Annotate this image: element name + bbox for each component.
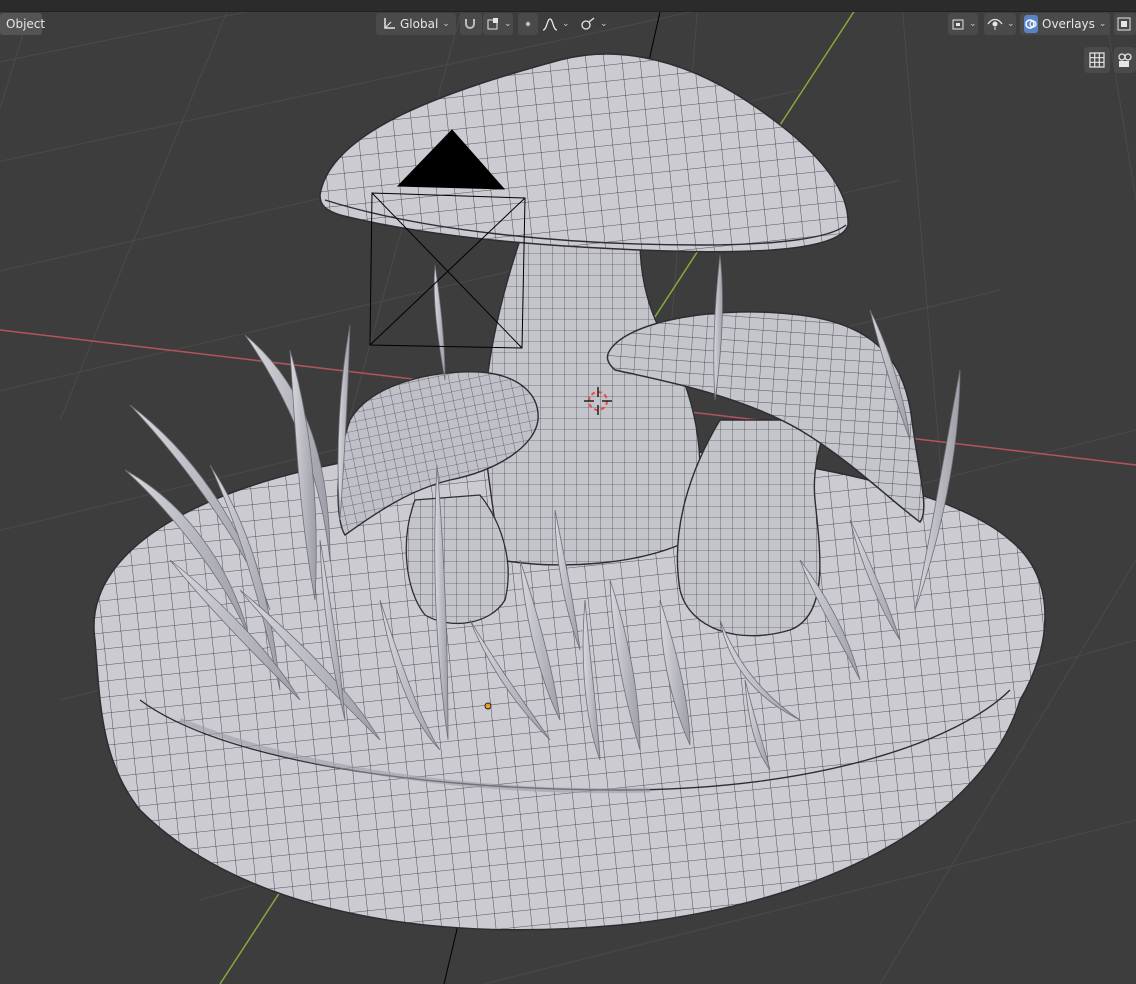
magnet-icon — [463, 17, 477, 31]
chevron-down-icon: ⌄ — [442, 19, 450, 29]
snap-toggle[interactable] — [460, 13, 482, 35]
falloff-dropdown[interactable]: ⌄ — [540, 13, 570, 35]
gizmo-eye-icon — [987, 17, 1003, 31]
transform-orientation-dropdown[interactable]: Global ⌄ — [376, 13, 456, 35]
overlays-dropdown[interactable]: Overlays ⌄ — [1020, 13, 1110, 35]
gizmo-dropdown[interactable]: ⌄ — [984, 13, 1016, 35]
axes-icon — [382, 17, 396, 31]
chevron-down-icon: ⌄ — [1007, 19, 1015, 29]
chevron-down-icon: ⌄ — [504, 19, 512, 29]
visibility-dropdown[interactable]: ⌄ — [948, 13, 978, 35]
object-origin — [484, 702, 492, 710]
visibility-icon — [951, 17, 965, 31]
light-direction-line-lower — [443, 924, 459, 984]
chevron-down-icon: ⌄ — [562, 19, 570, 29]
camera-view-button[interactable] — [1114, 47, 1136, 73]
camera-icon — [1117, 52, 1133, 68]
large-mushroom-cap — [319, 53, 849, 253]
snap-target-icon — [486, 17, 500, 31]
window-top-border — [0, 0, 1136, 12]
chevron-down-icon: ⌄ — [1098, 19, 1107, 29]
proportional-editing-toggle[interactable] — [518, 13, 538, 35]
grid-icon — [1089, 52, 1105, 68]
chevron-down-icon: ⌄ — [600, 19, 608, 29]
overlays-label: Overlays — [1042, 17, 1095, 31]
overlays-icon — [1024, 15, 1038, 33]
xray-toggle[interactable] — [1114, 13, 1136, 35]
3d-viewport[interactable] — [0, 0, 1136, 984]
pivot-icon — [580, 17, 596, 31]
xray-icon — [1117, 17, 1131, 31]
snap-target-dropdown[interactable]: ⌄ — [483, 13, 513, 35]
chevron-down-icon: ⌄ — [969, 19, 977, 29]
proportional-editing-icon — [521, 17, 535, 31]
pivot-point-dropdown[interactable]: ⌄ — [578, 13, 608, 35]
mode-label: Object — [6, 17, 46, 31]
mode-selector[interactable]: Object — [0, 13, 46, 35]
toggle-perspective-button[interactable] — [1084, 47, 1110, 73]
falloff-curve-icon — [542, 17, 558, 31]
orientation-label: Global — [400, 17, 439, 31]
